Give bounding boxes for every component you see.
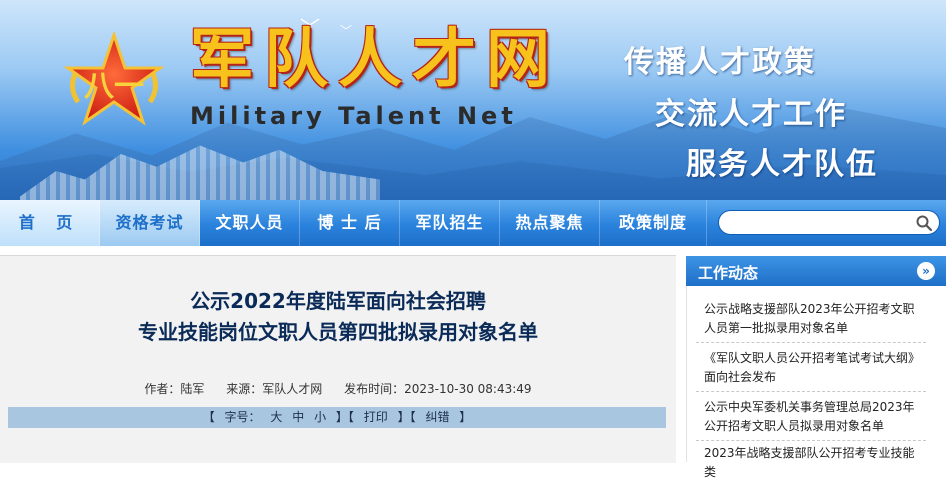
slogan-line-2: 交流人才工作 — [655, 97, 847, 132]
article-title-line-1: 公示2022年度陆军面向社会招聘 — [190, 289, 486, 313]
font-size-label: 字号： — [224, 410, 261, 424]
sidebar-header: 工作动态 » — [686, 256, 946, 286]
bracket: 】【 — [335, 410, 354, 424]
news-item[interactable]: 《军队文职人员公开招考笔试考试大纲》面向社会发布 — [704, 349, 924, 387]
slogan-line-1: 传播人才政策 — [624, 45, 816, 80]
article-author: 作者：陆军 — [144, 382, 205, 396]
divider — [696, 391, 926, 392]
bracket: 】 — [459, 410, 472, 424]
search-icon[interactable] — [915, 214, 933, 232]
site-title: 军队人才网 — [190, 23, 560, 97]
font-large-button[interactable]: 大 — [270, 407, 282, 428]
news-item[interactable]: 公示中央军委机关事务管理总局2023年公开招考文职人员拟录用对象名单 — [704, 398, 924, 436]
news-item[interactable]: 2023年战略支援部队公开招考专业技能类 — [704, 444, 924, 482]
nav-policy[interactable]: 政策制度 — [600, 200, 707, 246]
report-error-button[interactable]: 纠错 — [425, 407, 449, 428]
nav-postdoc[interactable]: 博 士 后 — [300, 200, 400, 246]
article-source: 来源：军队人才网 — [226, 382, 323, 396]
bracket: 【 — [202, 410, 215, 424]
nav-hot-topics[interactable]: 热点聚焦 — [500, 200, 600, 246]
svg-text:八一: 八一 — [84, 69, 144, 104]
article-toolbar: 【 字号： 大 中 小 】【 打印 】【 纠错 】 — [8, 407, 666, 428]
article-panel — [0, 255, 676, 463]
search-input[interactable] — [729, 213, 913, 234]
nav-civilian-personnel[interactable]: 文职人员 — [200, 200, 300, 246]
site-banner: ﹀ ﹀ 八一 军队人才网 Military Talent Net 传播人才政策 … — [0, 0, 946, 200]
divider — [696, 440, 926, 441]
search-box — [718, 210, 940, 235]
nav-military-enrollment[interactable]: 军队招生 — [400, 200, 500, 246]
slogan-line-3: 服务人才队伍 — [686, 147, 878, 182]
bracket: 】【 — [397, 410, 416, 424]
nav-qualification-exam[interactable]: 资格考试 — [100, 200, 200, 246]
more-icon[interactable]: » — [917, 262, 935, 280]
military-star-emblem-icon: 八一 — [64, 32, 164, 126]
print-button[interactable]: 打印 — [364, 407, 388, 428]
font-medium-button[interactable]: 中 — [292, 407, 304, 428]
article-title-line-2: 专业技能岗位文职人员第四批拟录用对象名单 — [138, 320, 538, 344]
sidebar-title: 工作动态 — [698, 264, 759, 282]
site-subtitle-english: Military Talent Net — [190, 102, 517, 130]
article-meta: 作者：陆军 来源：军队人才网 发布时间：2023-10-30 08:43:49 — [0, 380, 676, 397]
news-item[interactable]: 公示战略支援部队2023年公开招考文职人员第一批拟录用对象名单 — [704, 300, 924, 338]
article-published-time: 发布时间：2023-10-30 08:43:49 — [344, 382, 532, 396]
font-small-button[interactable]: 小 — [314, 407, 326, 428]
nav-home[interactable]: 首 页 — [0, 200, 100, 246]
divider — [696, 342, 926, 343]
